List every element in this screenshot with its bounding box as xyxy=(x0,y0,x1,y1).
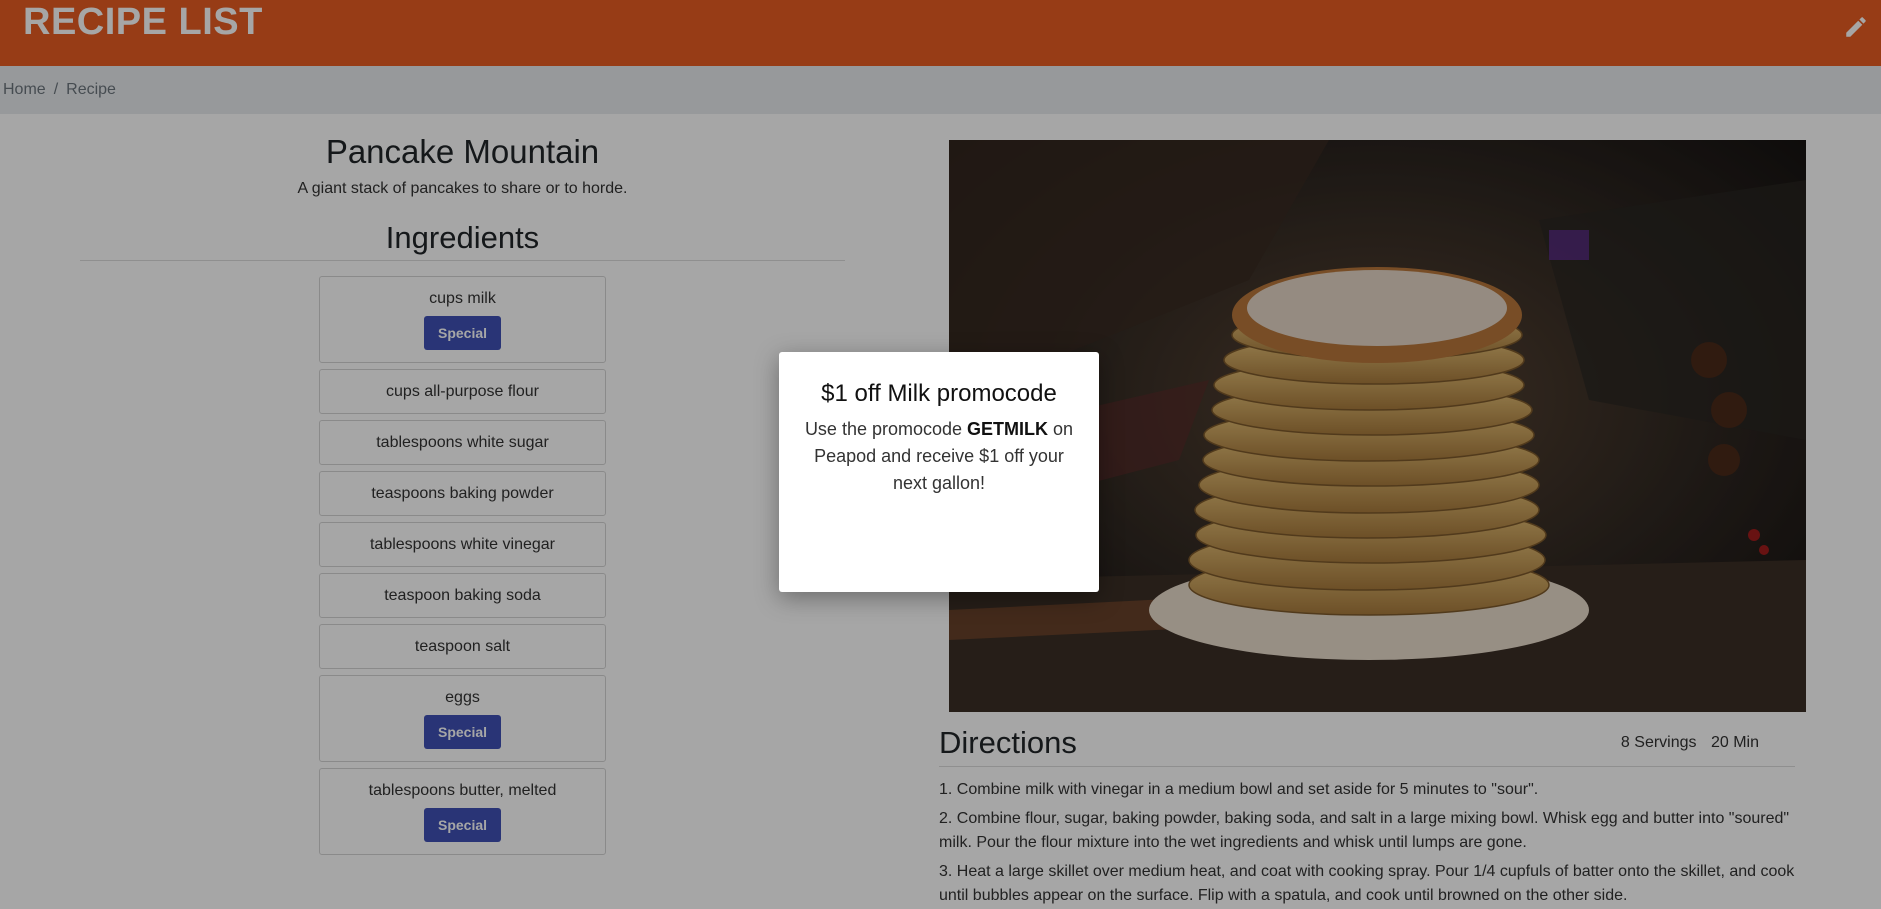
modal-body: Use the promocode GETMILK on Peapod and … xyxy=(799,416,1079,497)
modal-body-prefix: Use the promocode xyxy=(804,419,968,439)
promo-code: GETMILK xyxy=(967,419,1049,439)
promo-modal: $1 off Milk promocode Use the promocode … xyxy=(779,352,1099,592)
modal-title: $1 off Milk promocode xyxy=(821,380,1057,407)
